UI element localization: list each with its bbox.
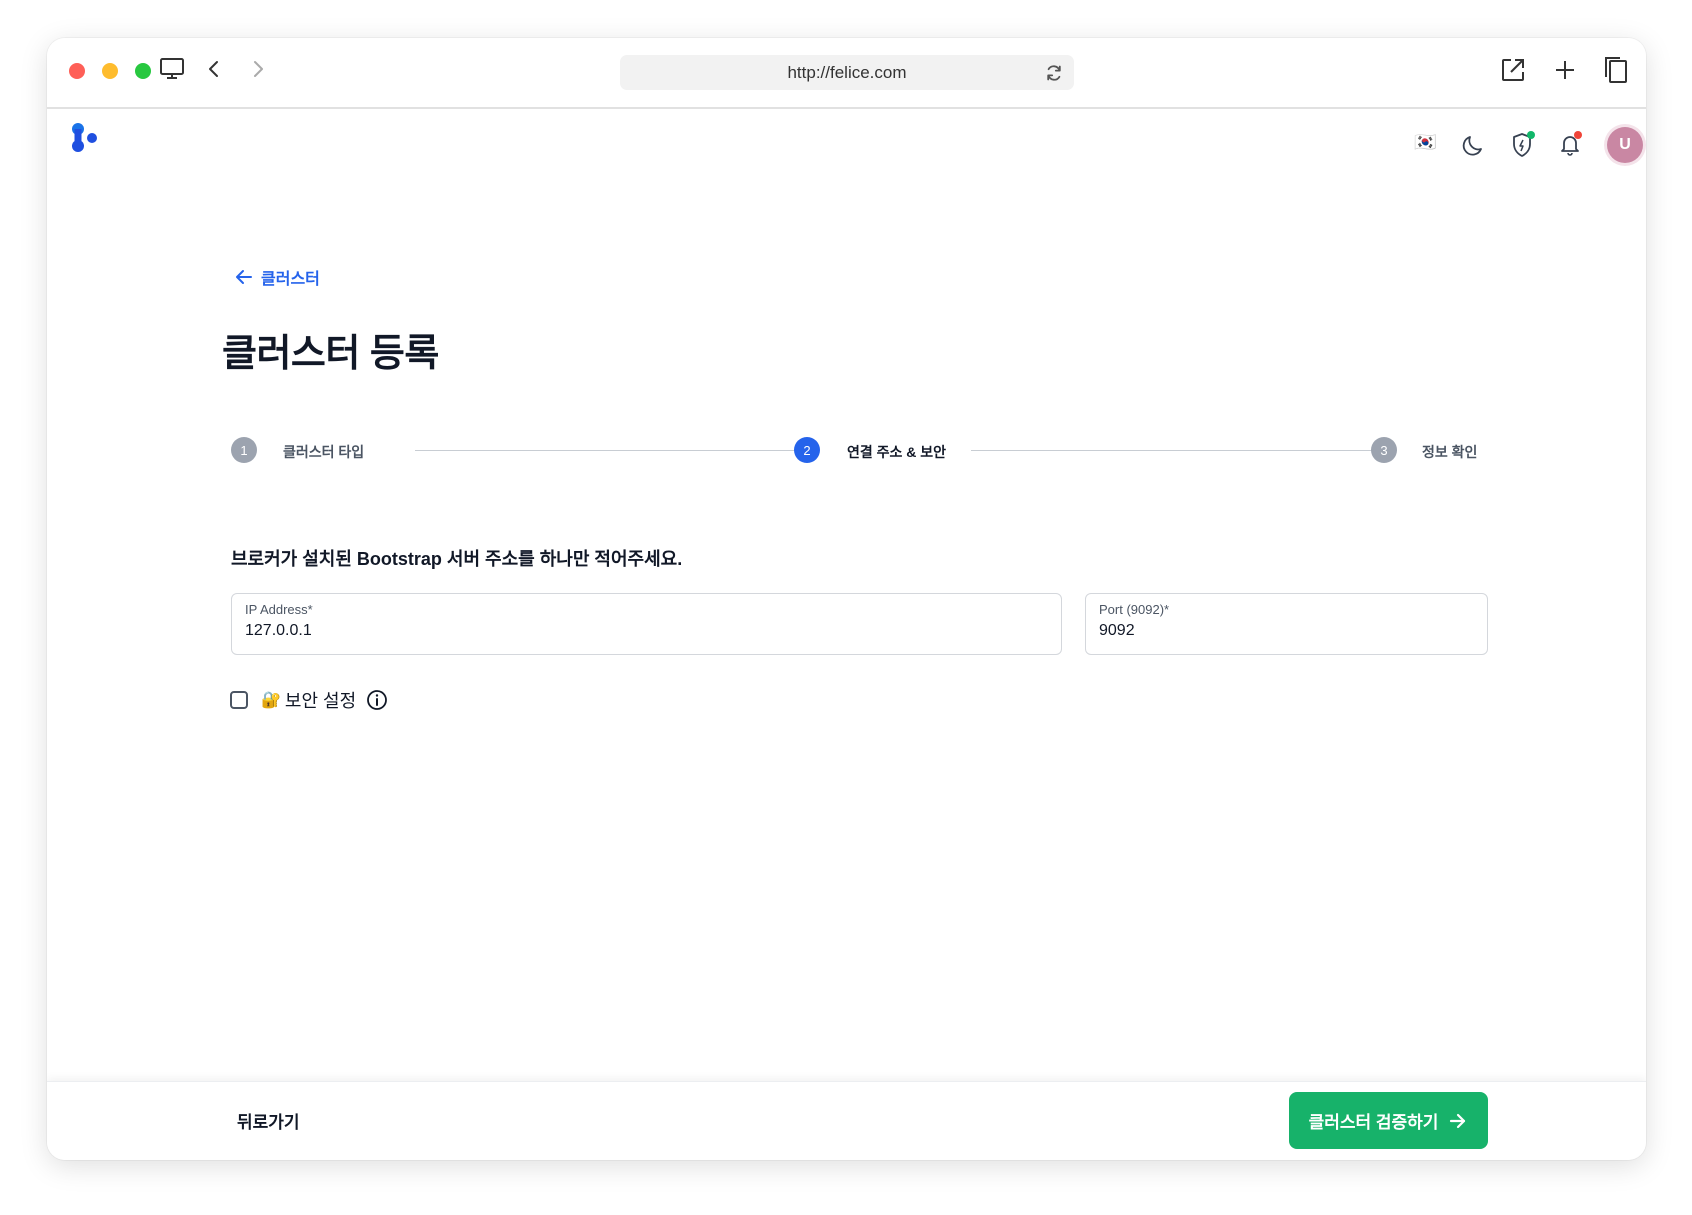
copy-tabs-icon[interactable] — [1602, 55, 1630, 85]
lock-key-icon: 🔐 — [261, 692, 281, 709]
open-external-icon[interactable] — [1499, 56, 1527, 84]
language-flag-icon[interactable]: 🇰🇷 — [1414, 132, 1436, 153]
step-3-label: 정보 확인 — [1422, 444, 1478, 460]
ip-address-input[interactable] — [245, 622, 1044, 640]
action-footer: 뒤로가기 클러스터 검증하기 — [47, 1081, 1646, 1160]
ip-address-field[interactable]: IP Address* — [231, 593, 1062, 655]
page-title: 클러스터 등록 — [222, 333, 439, 375]
step-connector-2 — [971, 450, 1397, 451]
step-3-number: 3 — [1371, 437, 1397, 463]
dark-mode-moon-icon[interactable] — [1461, 132, 1487, 163]
go-back-button[interactable]: 뒤로가기 — [237, 1108, 300, 1133]
security-settings-checkbox[interactable] — [230, 691, 248, 709]
registration-stepper: 1 클러스터 타입 2 연결 주소 & 보안 3 정보 확인 — [231, 435, 1491, 465]
security-shield-icon[interactable] — [1510, 131, 1535, 164]
url-text: http://felice.com — [787, 62, 907, 82]
maximize-window-button[interactable] — [135, 63, 151, 79]
minimize-window-button[interactable] — [102, 63, 118, 79]
monitor-icon[interactable] — [159, 57, 185, 81]
browser-titlebar: http://felice.com — [47, 38, 1646, 109]
app-logo-icon[interactable] — [71, 123, 101, 164]
new-tab-icon[interactable] — [1551, 56, 1579, 84]
form-instruction: 브로커가 설치된 Bootstrap 서버 주소를 하나만 적어주세요. — [231, 549, 683, 569]
back-link-label: 클러스터 — [261, 271, 320, 288]
step-1-number: 1 — [231, 437, 257, 463]
port-field[interactable]: Port (9092)* — [1085, 593, 1488, 655]
back-to-clusters-link[interactable]: 클러스터 — [235, 265, 320, 289]
step-connector-1 — [415, 450, 816, 451]
notification-bell-icon[interactable] — [1558, 131, 1582, 164]
browser-back-icon[interactable] — [207, 59, 221, 79]
reload-icon[interactable] — [1044, 63, 1064, 88]
verify-cluster-label: 클러스터 검증하기 — [1308, 1113, 1439, 1132]
browser-forward-icon[interactable] — [251, 59, 265, 79]
shield-status-badge — [1527, 131, 1535, 139]
port-input[interactable] — [1099, 622, 1470, 640]
security-settings-row: 🔐 보안 설정 — [230, 687, 388, 713]
verify-cluster-button[interactable]: 클러스터 검증하기 — [1289, 1092, 1488, 1149]
app-content: 🇰🇷 U 클러스터 클러스터 등록 1 클러스터 타입 2 연결 주소 & 보안 — [47, 108, 1646, 1160]
arrow-left-icon — [236, 270, 252, 284]
ip-address-label: IP Address* — [245, 602, 313, 617]
security-settings-label: 보안 설정 — [284, 691, 357, 711]
close-window-button[interactable] — [69, 63, 85, 79]
step-1-label: 클러스터 타입 — [283, 444, 365, 460]
port-label: Port (9092)* — [1099, 602, 1170, 617]
notification-badge — [1574, 131, 1582, 139]
info-icon[interactable] — [366, 689, 388, 711]
arrow-right-icon — [1450, 1113, 1466, 1128]
url-bar[interactable]: http://felice.com — [620, 55, 1074, 90]
browser-window: http://felice.com 🇰🇷 U 클러스터 클러스터 등록 1 클러… — [47, 38, 1646, 1160]
step-2-number: 2 — [794, 437, 820, 463]
user-avatar[interactable]: U — [1607, 127, 1643, 163]
step-2-label: 연결 주소 & 보안 — [847, 444, 947, 460]
